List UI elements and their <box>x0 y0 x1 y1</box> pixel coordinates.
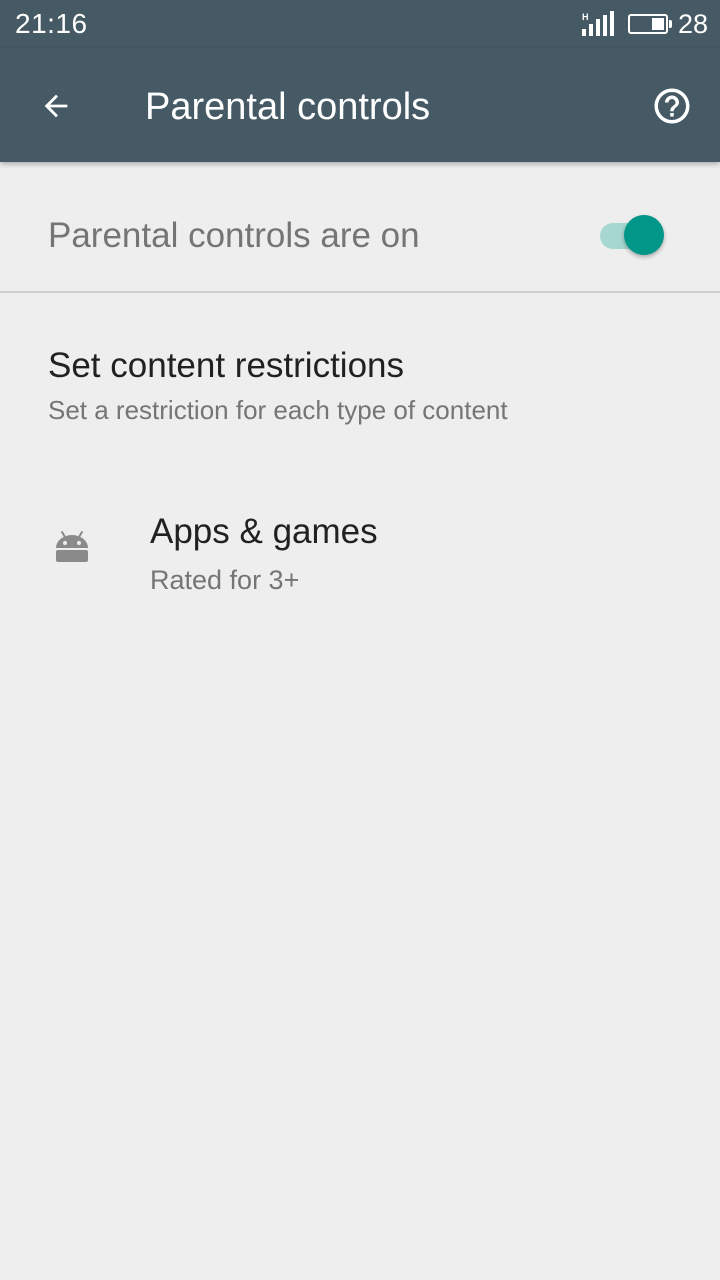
back-button[interactable] <box>28 78 84 134</box>
parental-controls-toggle-row[interactable]: Parental controls are on <box>0 162 720 293</box>
signal-icon: H <box>581 10 618 38</box>
app-bar: Parental controls <box>0 48 720 162</box>
status-time: 21:16 <box>15 8 88 39</box>
arrow-back-icon <box>44 94 68 118</box>
help-button[interactable] <box>648 82 696 130</box>
page-title: Parental controls <box>145 86 431 128</box>
content-restrictions-header: Set content restrictions Set a restricti… <box>0 330 720 440</box>
android-icon <box>56 531 88 562</box>
battery-icon <box>627 14 672 34</box>
toggle-label: Parental controls are on <box>48 216 420 255</box>
section-title: Set content restrictions <box>48 346 404 385</box>
battery-level: 28 <box>677 8 708 39</box>
network-type-label: H <box>581 12 589 22</box>
status-bar: 21:16 H 28 <box>0 0 720 48</box>
section-subtitle: Set a restriction for each type of conte… <box>48 395 508 425</box>
switch-thumb <box>624 215 664 255</box>
help-circle-icon <box>654 88 690 124</box>
list-item-rating: Rated for 3+ <box>150 565 300 595</box>
list-item-title: Apps & games <box>150 512 378 551</box>
status-indicators: H 28 <box>581 8 708 39</box>
list-item-apps-games[interactable]: Apps & games Rated for 3+ <box>0 496 720 616</box>
parental-controls-switch[interactable] <box>600 212 666 258</box>
